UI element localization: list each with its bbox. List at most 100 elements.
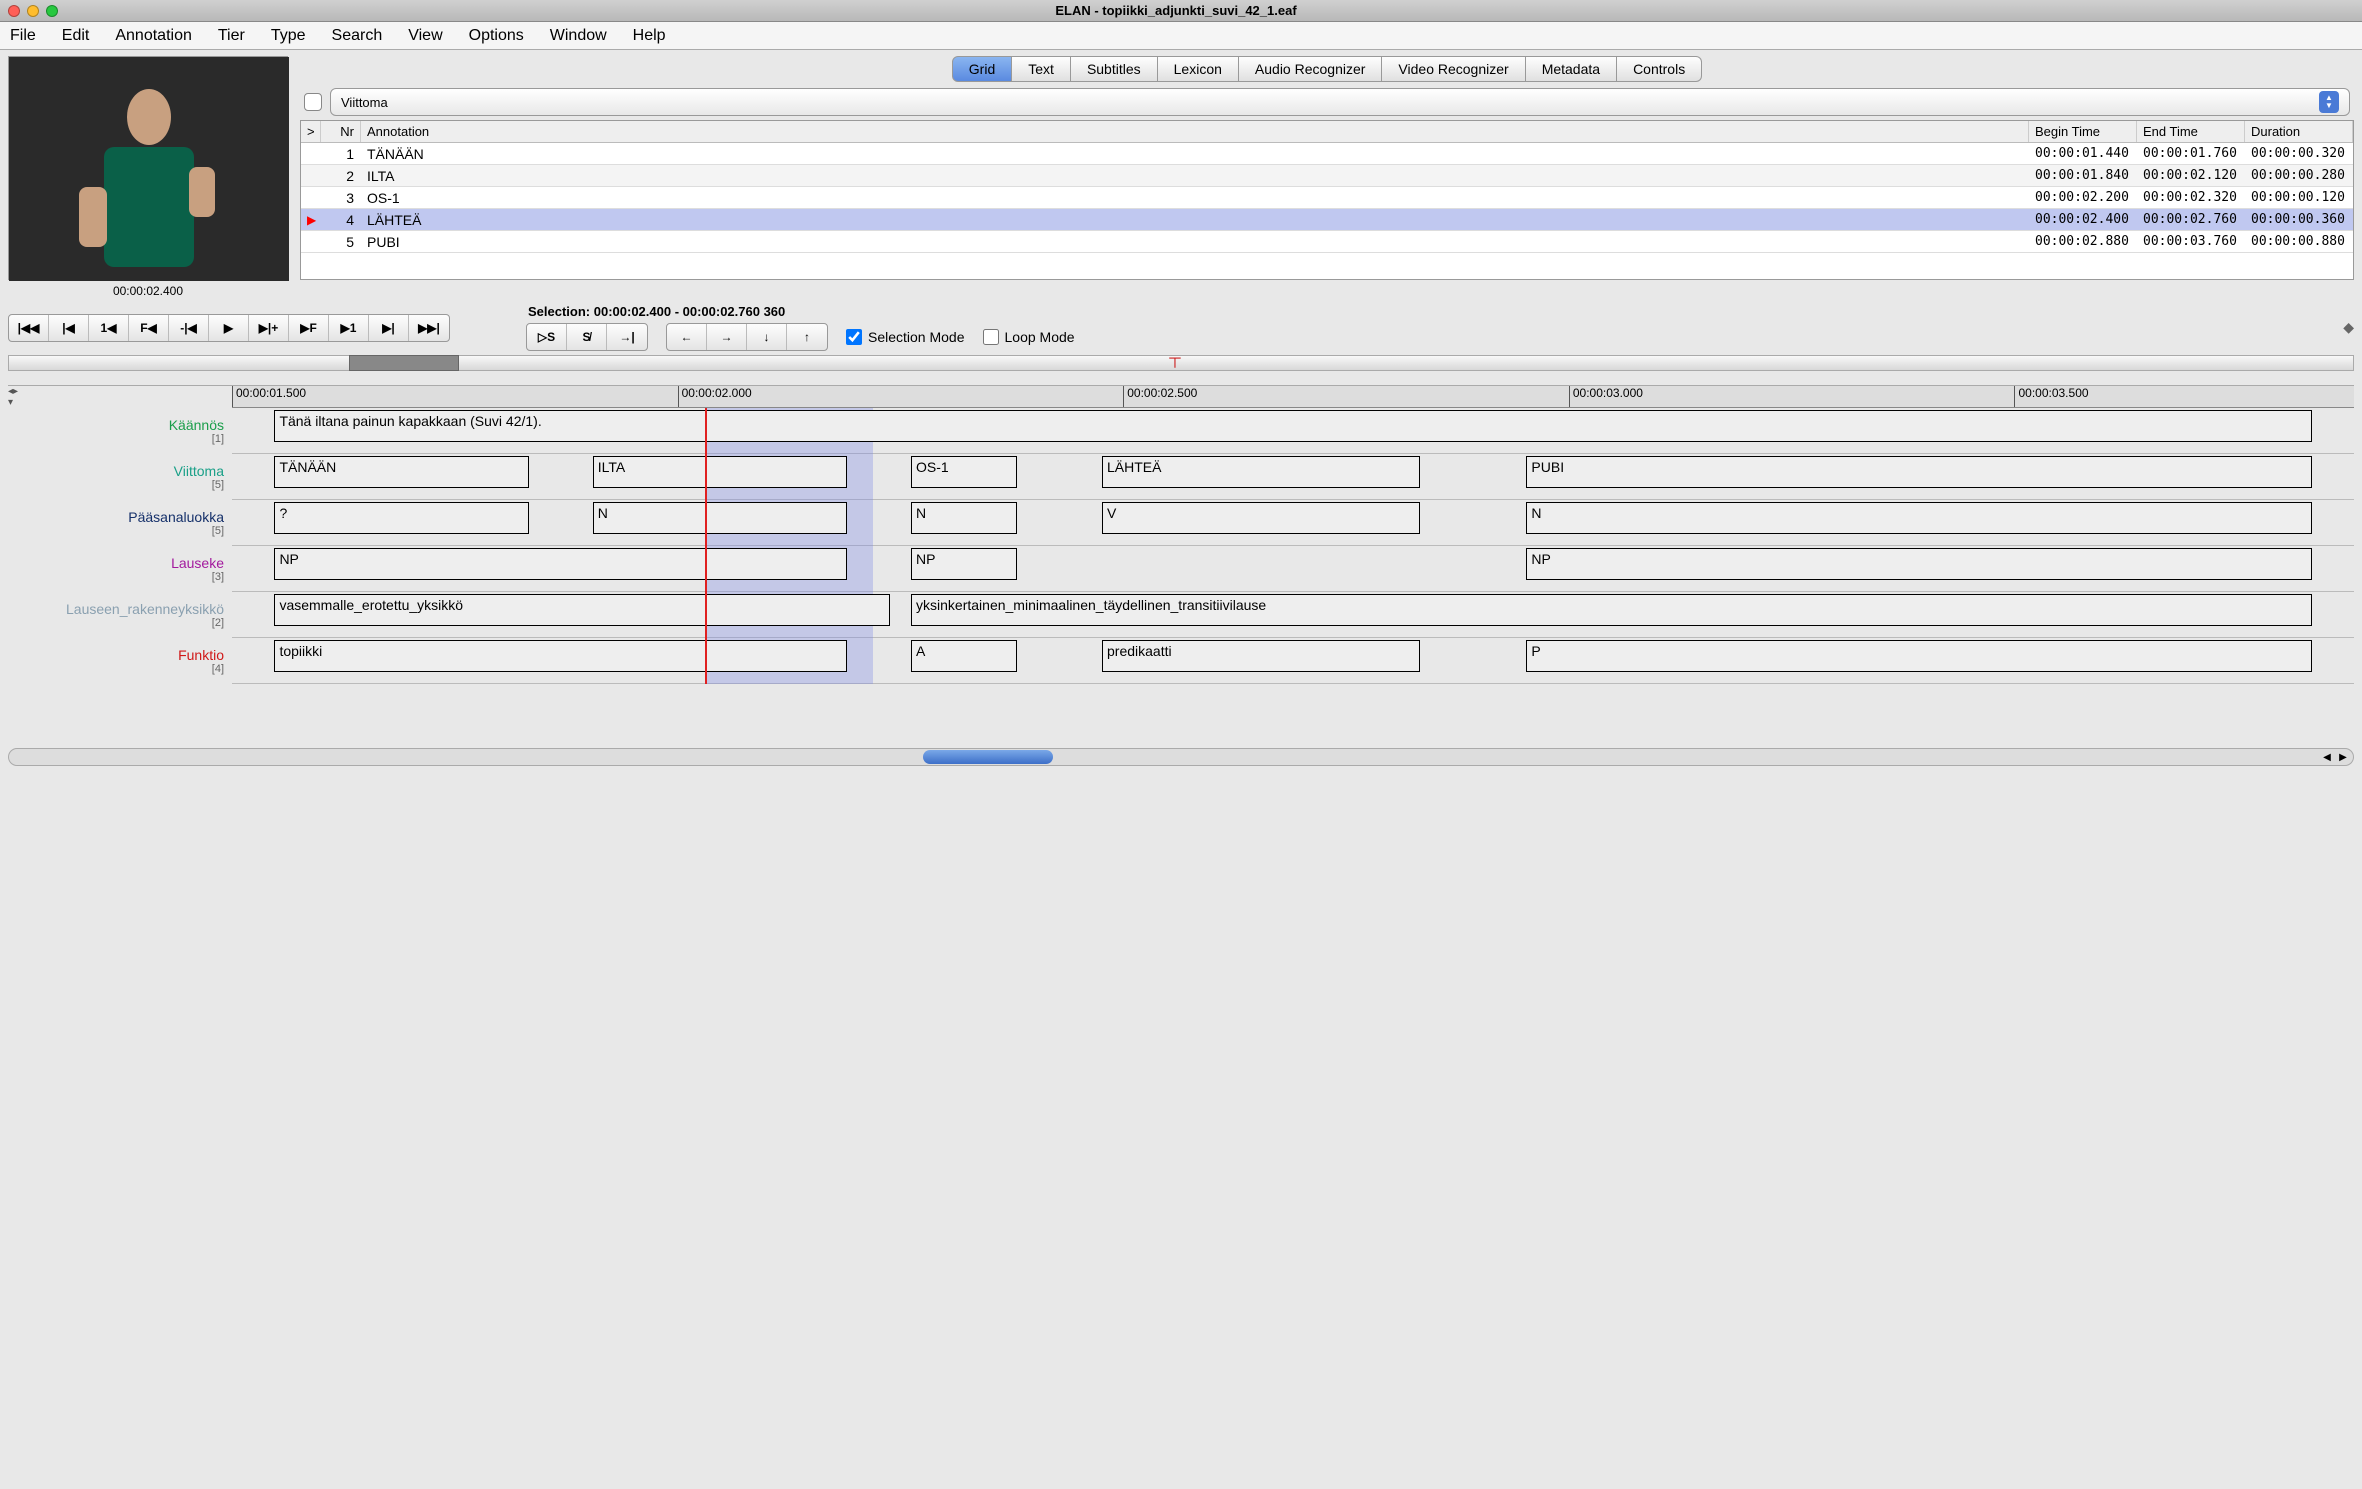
- playback-btn-5[interactable]: ▶: [209, 315, 249, 341]
- menu-edit[interactable]: Edit: [62, 27, 90, 45]
- annotation-segment[interactable]: V: [1102, 502, 1420, 534]
- annotation-segment[interactable]: N: [593, 502, 848, 534]
- playback-btn-3[interactable]: F◀: [129, 315, 169, 341]
- tab-metadata[interactable]: Metadata: [1526, 56, 1617, 82]
- horizontal-scrollbar[interactable]: ◀ ▶: [8, 748, 2354, 766]
- minimize-icon[interactable]: [27, 5, 39, 17]
- tier-label-pääsanaluokka[interactable]: Pääsanaluokka[5]: [8, 500, 232, 546]
- table-row[interactable]: 1TÄNÄÄN00:00:01.44000:00:01.76000:00:00.…: [301, 143, 2353, 165]
- annotation-segment[interactable]: OS-1: [911, 456, 1017, 488]
- table-row[interactable]: 2ILTA00:00:01.84000:00:02.12000:00:00.28…: [301, 165, 2353, 187]
- playback-btn-7[interactable]: ▶F: [289, 315, 329, 341]
- tab-lexicon[interactable]: Lexicon: [1158, 56, 1239, 82]
- tier-selector[interactable]: Viittoma ▲▼: [330, 88, 2350, 116]
- playback-btn-0[interactable]: |◀◀: [9, 315, 49, 341]
- selection-play-btn-2[interactable]: →|: [607, 324, 647, 350]
- menu-window[interactable]: Window: [550, 27, 607, 45]
- annotation-segment[interactable]: NP: [274, 548, 847, 580]
- grid-header-begin[interactable]: Begin Time: [2029, 121, 2137, 142]
- selection-mode-checkbox[interactable]: [846, 329, 862, 345]
- annotation-segment[interactable]: ILTA: [593, 456, 848, 488]
- nav-btn-0[interactable]: ←: [667, 324, 707, 350]
- annotation-segment[interactable]: predikaatti: [1102, 640, 1420, 672]
- annotation-segment[interactable]: ?: [274, 502, 529, 534]
- table-row[interactable]: 3OS-100:00:02.20000:00:02.32000:00:00.12…: [301, 187, 2353, 209]
- annotation-segment[interactable]: P: [1526, 640, 2311, 672]
- playback-btn-4[interactable]: -|◀: [169, 315, 209, 341]
- menu-view[interactable]: View: [408, 27, 442, 45]
- grid-header-annotation[interactable]: Annotation: [361, 121, 2029, 142]
- tier-row[interactable]: NP NP NP: [232, 546, 2354, 592]
- zoom-icon[interactable]: [46, 5, 58, 17]
- annotation-segment[interactable]: N: [911, 502, 1017, 534]
- playback-btn-6[interactable]: ▶|+: [249, 315, 289, 341]
- selection-mode-toggle[interactable]: Selection Mode: [846, 329, 965, 345]
- loop-mode-toggle[interactable]: Loop Mode: [983, 329, 1075, 345]
- tier-row[interactable]: vasemmalle_erotettu_yksikkö yksinkertaine…: [232, 592, 2354, 638]
- annotation-segment[interactable]: topiikki: [274, 640, 847, 672]
- menu-annotation[interactable]: Annotation: [115, 27, 192, 45]
- tab-controls[interactable]: Controls: [1617, 56, 1702, 82]
- tab-subtitles[interactable]: Subtitles: [1071, 56, 1158, 82]
- grid-header-marker[interactable]: >: [301, 121, 321, 142]
- nav-btn-3[interactable]: ↑: [787, 324, 827, 350]
- volume-icon[interactable]: ◆: [2343, 319, 2354, 336]
- table-row[interactable]: ▶4LÄHTEÄ00:00:02.40000:00:02.76000:00:00…: [301, 209, 2353, 231]
- annotation-segment[interactable]: PUBI: [1526, 456, 2311, 488]
- tier-label-funktio[interactable]: Funktio[4]: [8, 638, 232, 684]
- tab-grid[interactable]: Grid: [952, 56, 1012, 82]
- annotation-segment[interactable]: LÄHTEÄ: [1102, 456, 1420, 488]
- playback-btn-9[interactable]: ▶|: [369, 315, 409, 341]
- tier-row[interactable]: topiikki Apredikaatti P: [232, 638, 2354, 684]
- global-scrub-bar[interactable]: ┬: [8, 355, 2354, 371]
- annotation-segment[interactable]: NP: [1526, 548, 2311, 580]
- selection-play-btn-0[interactable]: ▷S: [527, 324, 567, 350]
- grid-header-nr[interactable]: Nr: [321, 121, 361, 142]
- annotation-segment[interactable]: vasemmalle_erotettu_yksikkö: [274, 594, 889, 626]
- row-end: 00:00:02.760: [2137, 212, 2245, 227]
- scroll-right-icon[interactable]: ▶: [2335, 749, 2351, 765]
- tier-label-viittoma[interactable]: Viittoma[5]: [8, 454, 232, 500]
- menu-search[interactable]: Search: [332, 27, 383, 45]
- nav-btn-1[interactable]: →: [707, 324, 747, 350]
- grid-header-end[interactable]: End Time: [2137, 121, 2245, 142]
- tier-label-käännös[interactable]: Käännös[1]: [8, 408, 232, 454]
- annotation-segment[interactable]: Tänä iltana painun kapakkaan (Suvi 42/1)…: [274, 410, 2311, 442]
- tab-text[interactable]: Text: [1012, 56, 1071, 82]
- menu-options[interactable]: Options: [469, 27, 524, 45]
- menu-type[interactable]: Type: [271, 27, 306, 45]
- annotation-segment[interactable]: yksinkertainen_minimaalinen_täydellinen_…: [911, 594, 2312, 626]
- menu-help[interactable]: Help: [633, 27, 666, 45]
- menu-tier[interactable]: Tier: [218, 27, 245, 45]
- tier-row[interactable]: Tänä iltana painun kapakkaan (Suvi 42/1)…: [232, 408, 2354, 454]
- timeline-corner-icon[interactable]: ◂▸▾: [8, 386, 18, 408]
- scroll-left-icon[interactable]: ◀: [2319, 749, 2335, 765]
- tier-label-lauseke[interactable]: Lauseke[3]: [8, 546, 232, 592]
- scrub-thumb[interactable]: [349, 355, 459, 371]
- tab-video-recognizer[interactable]: Video Recognizer: [1382, 56, 1525, 82]
- tab-audio-recognizer[interactable]: Audio Recognizer: [1239, 56, 1383, 82]
- annotation-segment[interactable]: NP: [911, 548, 1017, 580]
- nav-btn-2[interactable]: ↓: [747, 324, 787, 350]
- table-row[interactable]: 5PUBI00:00:02.88000:00:03.76000:00:00.88…: [301, 231, 2353, 253]
- tier-row[interactable]: TÄNÄÄN ILTA OS-1 LÄHTEÄ PUBI: [232, 454, 2354, 500]
- time-ruler[interactable]: 00:00:01.50000:00:02.00000:00:02.50000:0…: [232, 386, 2354, 408]
- playhead[interactable]: [705, 408, 707, 684]
- tier-row[interactable]: ? N N V N: [232, 500, 2354, 546]
- annotation-segment[interactable]: TÄNÄÄN: [274, 456, 529, 488]
- playback-btn-10[interactable]: ▶▶|: [409, 315, 449, 341]
- playback-btn-8[interactable]: ▶1: [329, 315, 369, 341]
- playback-btn-2[interactable]: 1◀: [89, 315, 129, 341]
- playback-btn-1[interactable]: |◀: [49, 315, 89, 341]
- grid-checkbox[interactable]: [304, 93, 322, 111]
- video-panel[interactable]: [8, 56, 288, 280]
- annotation-segment[interactable]: N: [1526, 502, 2311, 534]
- close-icon[interactable]: [8, 5, 20, 17]
- tier-label-lauseen_rakenneyksikkö[interactable]: Lauseen_rakenneyksikkö[2]: [8, 592, 232, 638]
- selection-play-btn-1[interactable]: S̸: [567, 324, 607, 350]
- scrollbar-thumb[interactable]: [923, 750, 1053, 764]
- grid-header-duration[interactable]: Duration: [2245, 121, 2353, 142]
- loop-mode-checkbox[interactable]: [983, 329, 999, 345]
- menu-file[interactable]: File: [10, 27, 36, 45]
- annotation-segment[interactable]: A: [911, 640, 1017, 672]
